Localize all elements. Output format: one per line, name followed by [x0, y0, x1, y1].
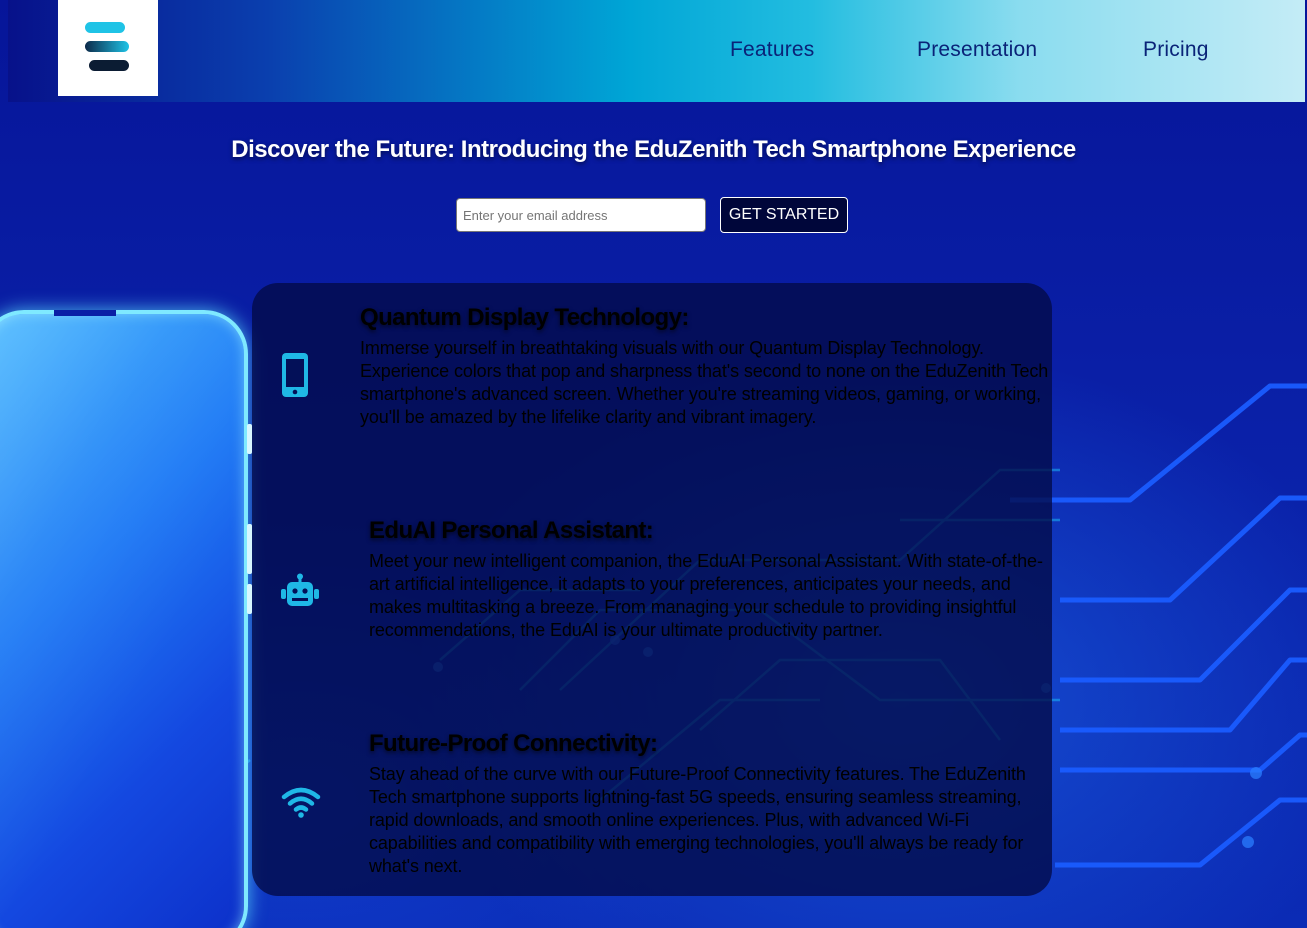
feature-description: Immerse yourself in breathtaking visuals…	[360, 338, 1049, 427]
smartphone-icon	[280, 352, 312, 405]
robot-icon	[280, 573, 322, 614]
eduzenith-logo-icon	[85, 22, 129, 71]
hero-title: Discover the Future: Introducing the Edu…	[231, 136, 1076, 163]
nav-link-presentation[interactable]: Presentation	[917, 38, 1037, 62]
get-started-button[interactable]: GET STARTED	[720, 197, 848, 233]
feature-title: Future-Proof Connectivity:	[369, 730, 658, 757]
feature-description: Stay ahead of the curve with our Future-…	[369, 764, 1026, 876]
nav-link-features[interactable]: Features	[730, 38, 814, 62]
feature-title: Quantum Display Technology:	[360, 304, 689, 331]
feature-description: Meet your new intelligent companion, the…	[369, 551, 1043, 640]
nav-link-pricing[interactable]: Pricing	[1143, 38, 1209, 62]
email-input[interactable]	[456, 198, 706, 232]
logo[interactable]	[58, 0, 158, 96]
top-navigation-bar	[8, 0, 1305, 102]
wifi-icon	[281, 786, 321, 823]
phone-illustration	[0, 310, 252, 928]
feature-title: EduAI Personal Assistant:	[369, 517, 654, 544]
phone-notch	[54, 310, 116, 316]
phone-screen-sheen	[0, 314, 244, 928]
